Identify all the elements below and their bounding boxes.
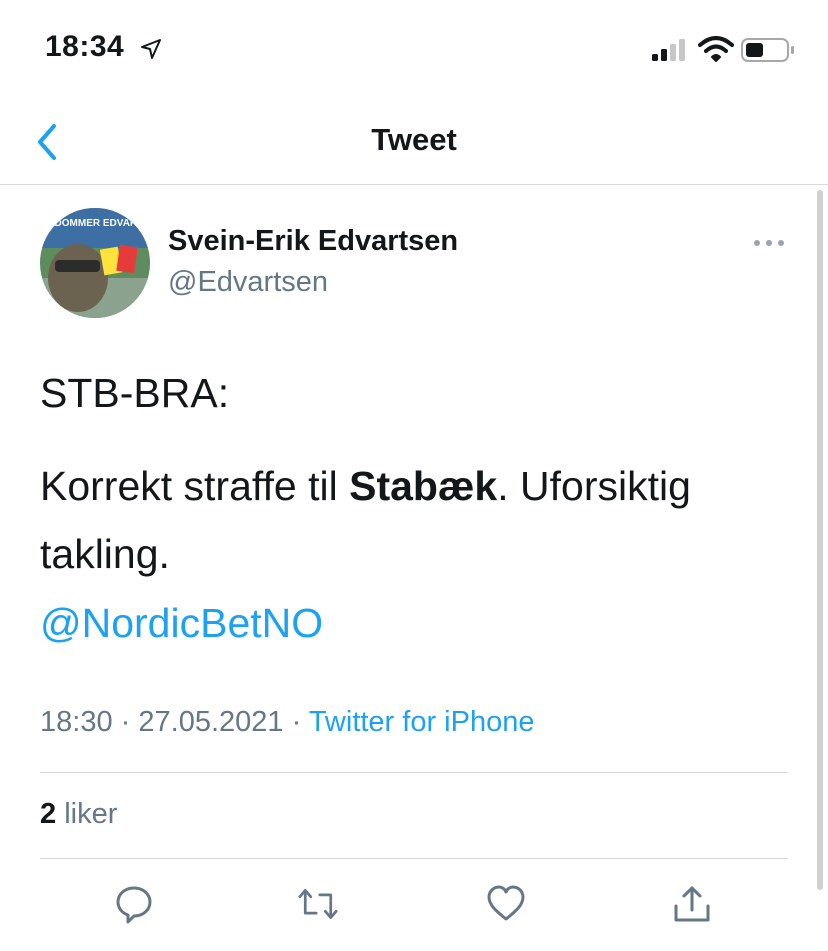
- author-name[interactable]: Svein-Erik Edvartsen: [168, 225, 458, 258]
- avatar-caption: KOR E DOMMER EDVARTSEN?: [40, 218, 150, 229]
- likes-label: liker: [64, 798, 118, 830]
- tweet-text-body: Korrekt straffe til Stabæk. Uforsiktig t…: [40, 452, 800, 588]
- page-title: Tweet: [371, 122, 457, 157]
- like-icon[interactable]: [486, 884, 526, 924]
- meta-separator: ·: [291, 706, 302, 738]
- tweet-date: 27.05.2021: [138, 706, 284, 738]
- status-bar: 18:34: [0, 0, 828, 100]
- divider: [40, 858, 788, 859]
- tweet-source-link[interactable]: Twitter for iPhone: [309, 706, 535, 738]
- battery-icon: [741, 38, 794, 62]
- tweet-text-part: Korrekt straffe til: [40, 463, 350, 509]
- divider: [40, 772, 788, 773]
- likes-count[interactable]: 2 liker: [40, 798, 117, 831]
- retweet-icon[interactable]: [298, 884, 338, 924]
- meta-separator: ·: [120, 706, 131, 738]
- tweet-text-line: STB-BRA:: [40, 370, 230, 416]
- share-icon[interactable]: [672, 884, 712, 924]
- wifi-icon: [698, 36, 734, 62]
- status-time: 18:34: [45, 30, 125, 63]
- likes-number: 2: [40, 798, 57, 830]
- cellular-signal-icon: [652, 39, 685, 61]
- scrollbar[interactable]: [817, 190, 823, 890]
- reply-icon[interactable]: [114, 884, 154, 924]
- mention-link[interactable]: @NordicBetNO: [40, 600, 323, 647]
- author-handle[interactable]: @Edvartsen: [168, 266, 328, 299]
- avatar[interactable]: KOR E DOMMER EDVARTSEN?: [40, 208, 150, 318]
- more-options-icon[interactable]: [752, 234, 786, 252]
- tweet-meta: 18:30 · 27.05.2021 · Twitter for iPhone: [40, 706, 534, 739]
- tweet-text-bold: Stabæk: [349, 463, 498, 509]
- location-arrow-icon: [141, 39, 161, 59]
- navigation-bar: Tweet: [0, 100, 828, 185]
- tweet-time: 18:30: [40, 706, 113, 738]
